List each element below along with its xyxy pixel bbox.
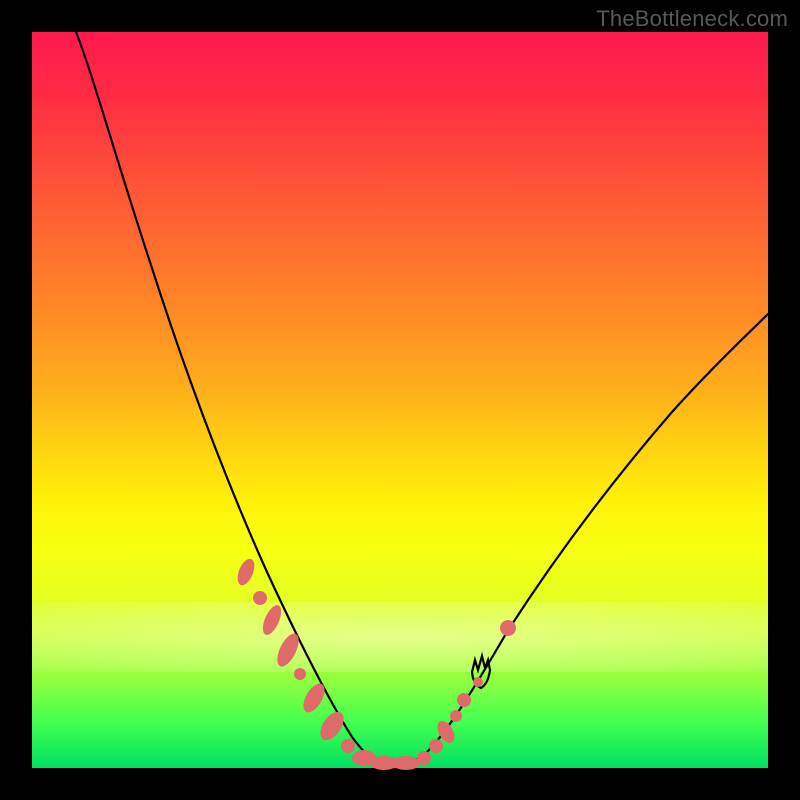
bottleneck-curve-svg (32, 32, 768, 768)
plot-area (32, 32, 768, 768)
chart-frame: TheBottleneck.com (0, 0, 800, 800)
sample-dots (234, 556, 516, 770)
watermark-text: TheBottleneck.com (596, 6, 788, 32)
bottleneck-curve (76, 32, 768, 766)
